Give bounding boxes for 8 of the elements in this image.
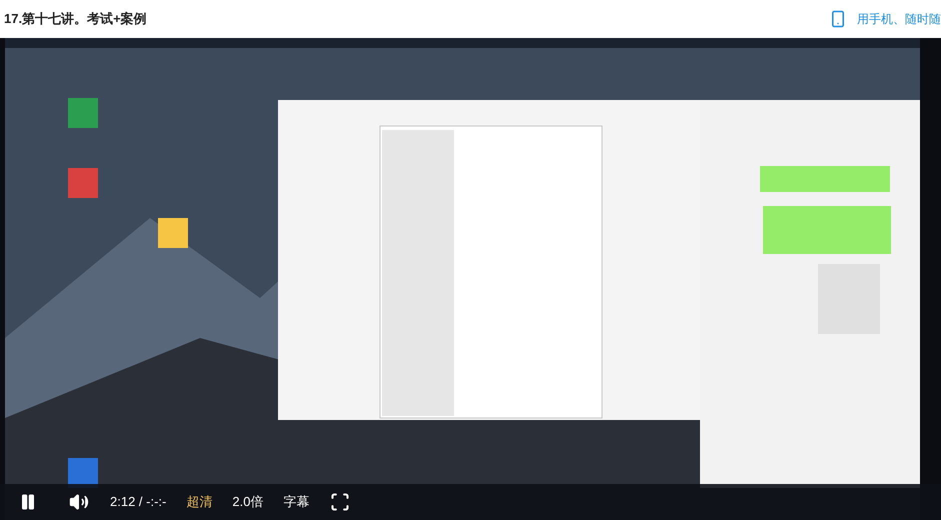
time-display: 2:12 / -:-:- (110, 493, 166, 512)
volume-button[interactable] (68, 492, 90, 512)
subtitles-button[interactable]: 字幕 (283, 492, 310, 512)
quality-button[interactable]: 超清 (186, 492, 212, 512)
lesson-title: 17.第十七讲。考试+案例 (4, 10, 147, 28)
fullscreen-button[interactable] (329, 491, 352, 513)
phone-icon (829, 8, 847, 30)
speed-button[interactable]: 2.0倍 (232, 492, 264, 512)
